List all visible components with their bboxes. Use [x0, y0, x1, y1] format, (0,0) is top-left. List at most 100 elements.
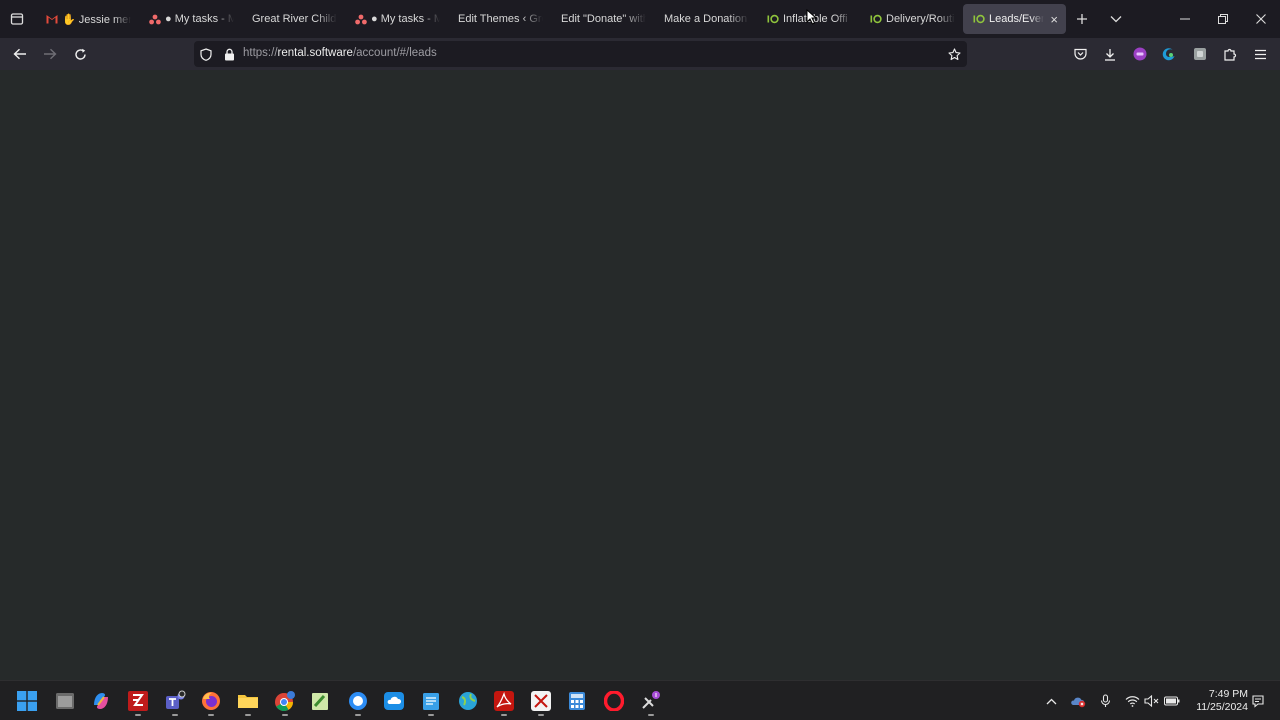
hamburger-menu-icon [1254, 49, 1266, 59]
tab-asana-tasks-2[interactable]: ● My tasks - M [345, 4, 448, 34]
tab-delivery-routing[interactable]: Delivery/Routi [860, 4, 963, 34]
firefox-view-icon [10, 13, 24, 25]
copilot-icon [94, 693, 108, 709]
snip-icon [531, 691, 551, 711]
tab-great-river[interactable]: Great River Childre [242, 4, 345, 34]
reload-icon [74, 48, 86, 60]
asana-icon [355, 13, 367, 25]
app-menu-button[interactable] [1250, 44, 1270, 64]
taskbar-tools[interactable]: II [639, 689, 663, 713]
taskbar-onedrive[interactable] [382, 689, 406, 713]
window-icon [56, 693, 74, 709]
gmail-icon [46, 13, 58, 25]
url-host: rental.software [277, 47, 353, 59]
taskbar-firefox[interactable] [199, 689, 223, 713]
taskbar-notepad[interactable] [419, 689, 443, 713]
tray-volume[interactable] [1143, 693, 1159, 709]
tab-title: Great River Childre [252, 13, 337, 25]
taskbar-snipping-tool[interactable] [529, 689, 553, 713]
close-window-button[interactable] [1246, 8, 1276, 30]
forward-button[interactable] [38, 42, 62, 66]
running-indicator [245, 714, 251, 716]
downloads-button[interactable] [1100, 44, 1120, 64]
new-tab-button[interactable] [1071, 8, 1093, 30]
restore-button[interactable] [1208, 8, 1238, 30]
tray-battery[interactable] [1164, 693, 1180, 709]
tab-title: Make a Donation · [664, 13, 749, 25]
extension-edge-button[interactable] [1159, 44, 1179, 64]
restore-icon [1218, 14, 1228, 24]
notification-icon [1252, 695, 1264, 708]
acrobat-icon [494, 691, 514, 711]
address-bar[interactable]: https://rental.software/account/#/leads [194, 41, 967, 67]
close-icon [1256, 14, 1266, 24]
list-all-tabs-button[interactable] [1105, 8, 1127, 30]
tray-onedrive-error[interactable] [1070, 693, 1086, 709]
tray-microphone[interactable] [1097, 693, 1113, 709]
chat-bubble-icon [349, 692, 367, 710]
tray-wifi[interactable] [1124, 693, 1140, 709]
chevron-down-icon [1110, 16, 1122, 23]
firefox-icon [202, 692, 220, 710]
running-indicator [648, 714, 654, 716]
tab-edit-donate[interactable]: Edit "Donate" with [551, 4, 654, 34]
tab-title: ● My tasks - M [371, 13, 440, 25]
battery-icon [1164, 696, 1180, 706]
taskbar-acrobat[interactable] [492, 689, 516, 713]
windows-logo-icon [17, 691, 37, 711]
taskbar-teams[interactable] [163, 689, 187, 713]
filezilla-icon [128, 691, 148, 711]
taskbar-file-explorer[interactable] [236, 689, 260, 713]
extension-gray-button[interactable] [1190, 44, 1210, 64]
running-indicator [172, 714, 178, 716]
cloud-icon [384, 692, 404, 710]
running-indicator [501, 714, 507, 716]
start-button[interactable] [15, 689, 39, 713]
show-hidden-icons-button[interactable] [1043, 693, 1059, 709]
taskbar-web-browser[interactable] [456, 689, 480, 713]
microphone-icon [1100, 694, 1110, 707]
running-indicator [208, 714, 214, 716]
taskbar-explorer-window[interactable] [53, 689, 77, 713]
taskbar-calculator[interactable] [565, 689, 589, 713]
extensions-button[interactable] [1220, 44, 1240, 64]
tab-make-donation[interactable]: Make a Donation · [654, 4, 757, 34]
tab-gmail[interactable]: ✋ Jessie men [36, 4, 139, 34]
taskbar-copilot[interactable] [89, 689, 113, 713]
pocket-button[interactable] [1070, 44, 1090, 64]
taskbar-signal[interactable] [346, 689, 370, 713]
tracking-protection-icon[interactable] [198, 46, 214, 62]
tab-leads-events[interactable]: Leads/Event × [963, 4, 1066, 34]
bookmark-star-icon[interactable] [946, 46, 962, 62]
url-scheme: https:// [243, 47, 278, 59]
firefox-view-button[interactable] [6, 8, 28, 30]
reload-button[interactable] [68, 42, 92, 66]
taskbar-opera[interactable] [602, 689, 626, 713]
tab-asana-tasks[interactable]: ● My tasks - M [139, 4, 242, 34]
notification-center-button[interactable] [1250, 693, 1266, 709]
tab-edit-themes[interactable]: Edit Themes ‹ Grea [448, 4, 551, 34]
close-tab-button[interactable]: × [1050, 12, 1058, 27]
navigation-toolbar: https://rental.software/account/#/leads [0, 38, 1280, 70]
arrow-left-icon [13, 48, 26, 60]
taskbar-filezilla[interactable] [126, 689, 150, 713]
tab-title: ✋ Jessie men [62, 13, 131, 26]
back-button[interactable] [8, 42, 32, 66]
taskbar-chrome[interactable] [273, 689, 297, 713]
url-text: https://rental.software/account/#/leads [243, 47, 437, 59]
asana-icon [149, 13, 161, 25]
running-indicator [282, 714, 288, 716]
tools-icon: II [642, 691, 660, 709]
minimize-button[interactable] [1170, 8, 1200, 30]
io-icon [767, 13, 779, 25]
minimize-icon [1180, 18, 1190, 20]
lock-icon[interactable] [221, 46, 237, 62]
opera-icon [604, 691, 624, 711]
tab-title: Edit Themes ‹ Grea [458, 13, 543, 25]
puzzle-icon [1224, 48, 1237, 61]
taskbar-clock[interactable]: 7:49 PM 11/25/2024 [1186, 688, 1248, 714]
page-content [0, 70, 1280, 680]
account-avatar-button[interactable] [1130, 44, 1150, 64]
plus-icon [1077, 14, 1087, 24]
taskbar-notepad-plus[interactable] [308, 689, 332, 713]
